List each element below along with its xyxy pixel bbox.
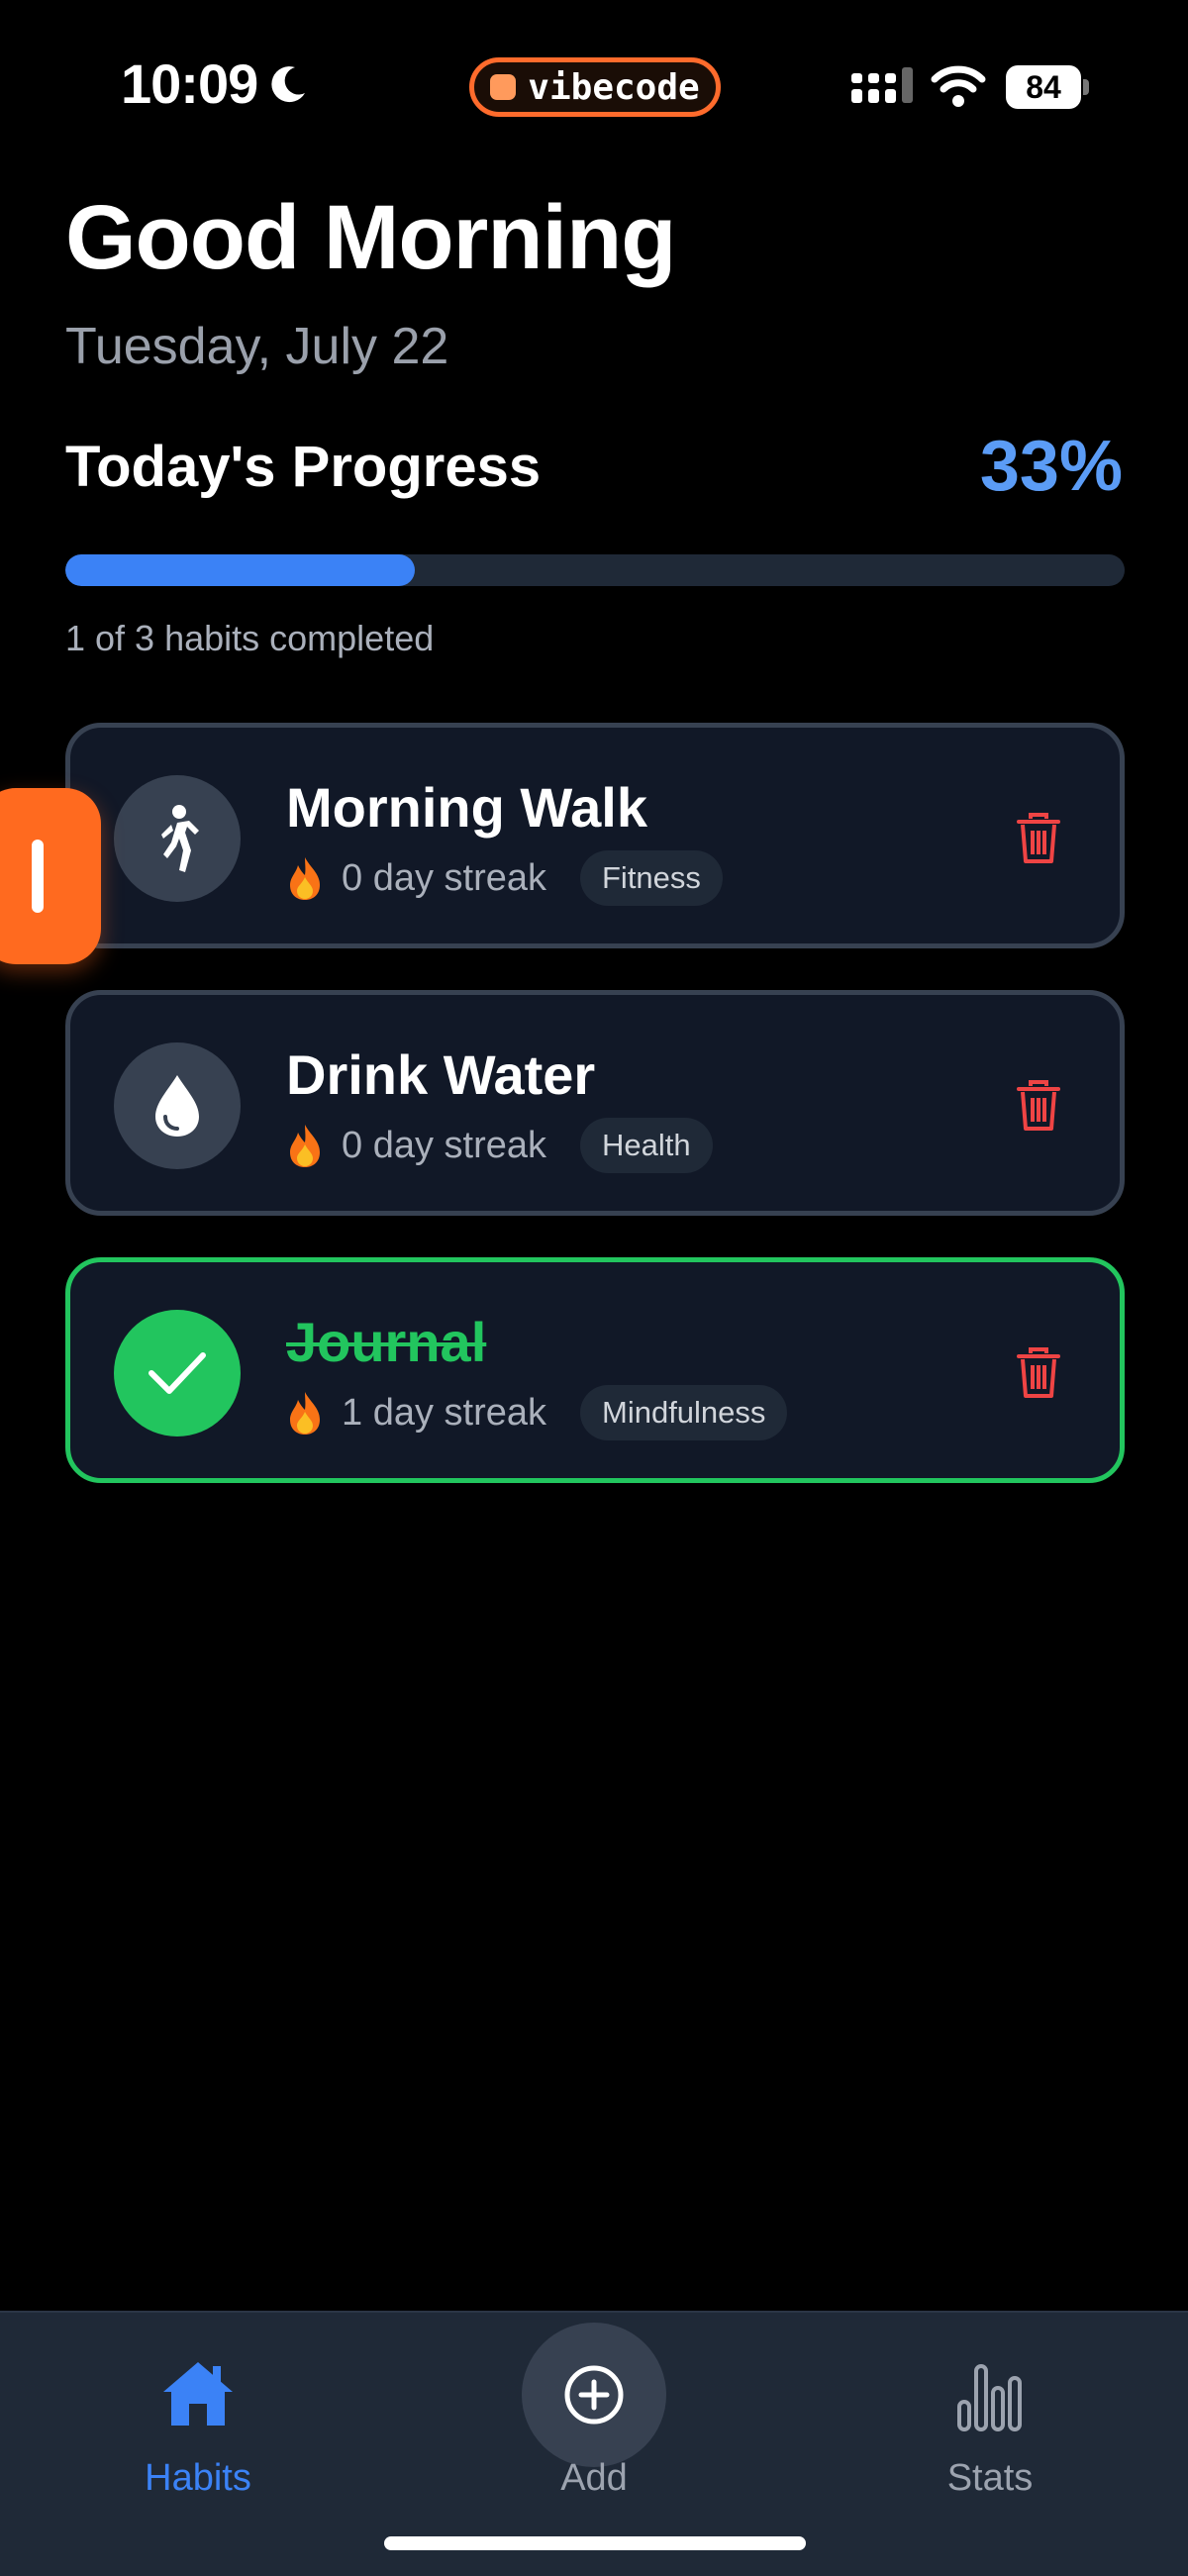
date-label: Tuesday, July 22 <box>65 318 449 375</box>
flame-icon <box>290 857 320 900</box>
handle-grip-icon <box>32 840 44 913</box>
tab-habits[interactable]: Habits <box>50 2313 346 2511</box>
habit-meta: 0 day streak Health <box>286 1118 713 1173</box>
add-button[interactable] <box>522 2323 666 2467</box>
battery-indicator: 84 <box>1006 65 1081 109</box>
trash-icon[interactable] <box>1017 1347 1060 1399</box>
vibecode-side-handle[interactable] <box>0 788 101 964</box>
habit-card-drink-water[interactable]: Drink Water 0 day streak Health <box>65 990 1125 1216</box>
habit-toggle[interactable] <box>114 1310 241 1437</box>
home-icon <box>163 2362 233 2426</box>
vibecode-pill[interactable]: vibecode <box>469 57 721 117</box>
trash-icon[interactable] <box>1017 813 1060 864</box>
vibecode-logo-icon <box>490 74 517 100</box>
habit-streak: 1 day streak <box>342 1391 546 1434</box>
habit-title: Morning Walk <box>286 776 648 839</box>
habit-category-tag: Health <box>580 1118 713 1173</box>
tab-label: Add <box>560 2457 628 2499</box>
progress-bar-fill <box>65 554 416 586</box>
battery-tip <box>1083 79 1089 95</box>
moon-icon <box>271 66 305 103</box>
habit-meta: 0 day streak Fitness <box>286 850 723 906</box>
wifi-icon <box>931 65 986 107</box>
habit-streak: 0 day streak <box>342 1124 546 1166</box>
habit-toggle[interactable] <box>114 1042 241 1169</box>
habit-streak: 0 day streak <box>342 856 546 899</box>
progress-caption: 1 of 3 habits completed <box>65 618 435 658</box>
checkmark-icon <box>148 1352 206 1394</box>
cellular-signal-icon <box>851 67 913 103</box>
vibecode-label: vibecode <box>528 66 700 108</box>
habit-card-journal[interactable]: Journal 1 day streak Mindfulness <box>65 1257 1125 1483</box>
tab-label: Stats <box>946 2457 1034 2499</box>
water-drop-icon <box>155 1075 199 1137</box>
habit-meta: 1 day streak Mindfulness <box>286 1385 788 1440</box>
status-time: 10:09 <box>121 52 258 115</box>
progress-title: Today's Progress <box>65 435 542 499</box>
habit-title: Journal <box>286 1311 487 1373</box>
habit-category-tag: Mindfulness <box>580 1385 788 1440</box>
habit-card-morning-walk[interactable]: Morning Walk 0 day streak Fitness <box>65 723 1125 948</box>
tab-label: Habits <box>145 2457 251 2499</box>
home-indicator <box>384 2536 806 2550</box>
bar-chart-icon <box>957 2364 1022 2431</box>
trash-icon[interactable] <box>1017 1080 1060 1132</box>
habit-toggle[interactable] <box>114 775 241 902</box>
walking-person-icon <box>161 805 199 872</box>
status-bar: 10:09 vibecode 84 <box>0 0 1188 173</box>
battery-level: 84 <box>1026 68 1061 105</box>
plus-circle-icon <box>564 2365 624 2425</box>
habit-category-tag: Fitness <box>580 850 723 906</box>
habits-screen: 10:09 vibecode 84 Good Morning Tuesday, … <box>0 0 1188 2576</box>
flame-icon <box>290 1392 320 1435</box>
greeting-title: Good Morning <box>65 187 677 288</box>
flame-icon <box>290 1125 320 1167</box>
tab-stats[interactable]: Stats <box>842 2313 1138 2511</box>
progress-percent: 33% <box>979 427 1123 506</box>
habit-title: Drink Water <box>286 1043 596 1106</box>
tab-add[interactable]: Add <box>446 2313 742 2511</box>
progress-bar <box>65 554 1125 586</box>
